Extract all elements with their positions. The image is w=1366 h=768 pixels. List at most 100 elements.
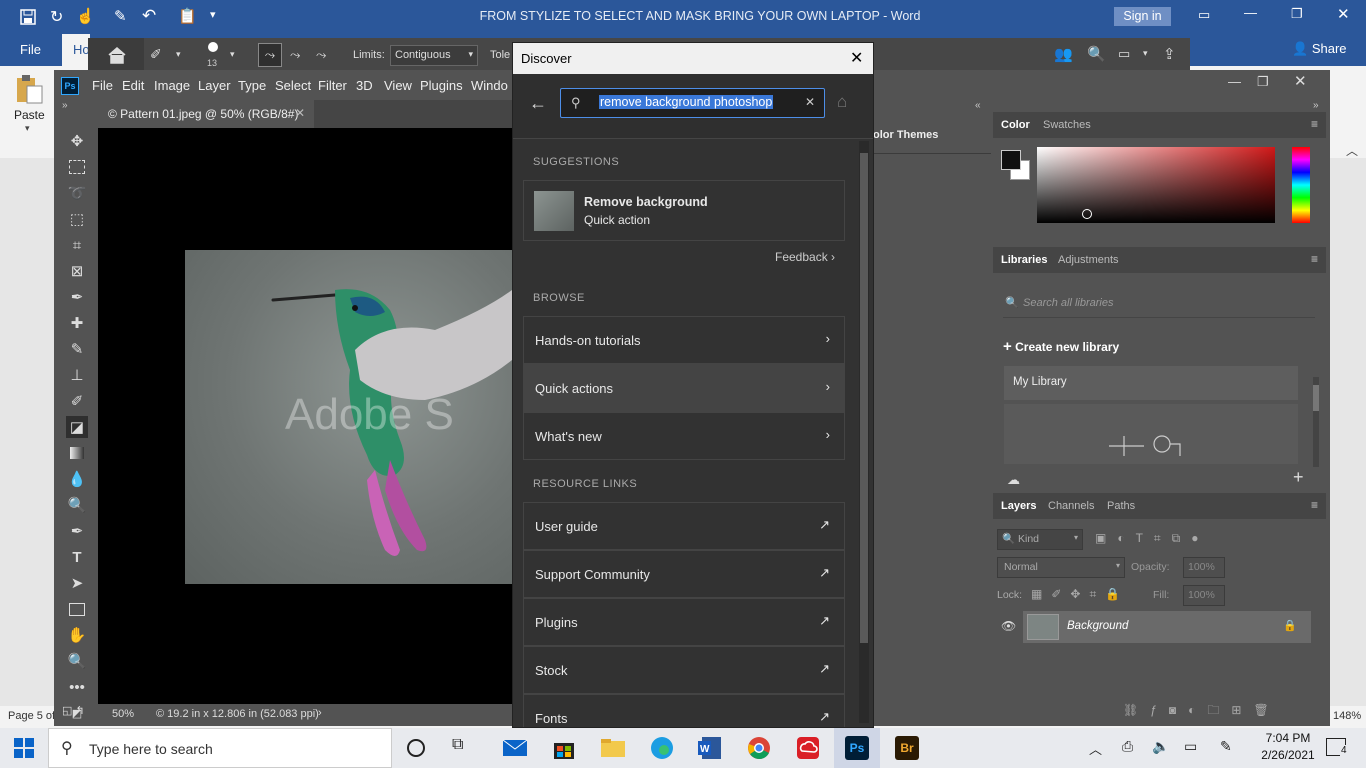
page-indicator[interactable]: Page 5 of	[8, 710, 55, 722]
dodge-tool-icon[interactable]: 🔍	[66, 494, 88, 516]
library-scrollbar[interactable]	[1313, 377, 1319, 467]
battery-icon[interactable]: ▭	[1184, 738, 1197, 755]
task-view-icon[interactable]: ⧉	[452, 736, 476, 760]
rectangle-tool-icon[interactable]	[66, 598, 88, 620]
layer-filter-icons[interactable]: ▣◐T⌗⧉●	[1095, 531, 1210, 546]
menu-type[interactable]: Type	[238, 78, 266, 93]
discover-scrollbar[interactable]	[859, 141, 869, 723]
feedback-link[interactable]: Feedback ›	[775, 250, 835, 264]
menu-plugins[interactable]: Plugins	[420, 78, 463, 93]
browse-item[interactable]: What's new ›	[523, 412, 845, 460]
photoshop-icon[interactable]: Ps	[834, 728, 880, 768]
menu-view[interactable]: View	[384, 78, 412, 93]
sampling-continuous-icon[interactable]: ⤳	[258, 43, 282, 67]
start-button[interactable]	[14, 738, 34, 758]
autosave-icon[interactable]: ↻	[50, 7, 63, 27]
close-icon[interactable]: ✕	[850, 48, 863, 68]
marquee-tool-icon[interactable]	[66, 156, 88, 178]
brush-tool-icon[interactable]: ✎	[66, 338, 88, 360]
pen-tool-icon[interactable]: ✒	[66, 520, 88, 542]
menu-file[interactable]: File	[92, 78, 113, 93]
search-icon[interactable]: 🔍	[1087, 45, 1106, 63]
menu-image[interactable]: Image	[154, 78, 190, 93]
my-library-item[interactable]: My Library	[1004, 366, 1298, 400]
resource-link[interactable]: Support Community ↗	[523, 550, 845, 598]
tab-channels[interactable]: Channels	[1048, 500, 1094, 512]
paste-dropdown-icon[interactable]: ▾	[25, 123, 30, 134]
sampling-once-icon[interactable]: ⤳	[290, 47, 300, 63]
show-hidden-icons[interactable]: ︿	[1089, 739, 1102, 758]
tab-swatches[interactable]: Swatches	[1043, 119, 1091, 131]
workspace-dropdown-icon[interactable]: ▾	[1143, 48, 1148, 59]
eyedropper-tool-icon[interactable]: ✒	[66, 286, 88, 308]
brush-dropdown-icon[interactable]: ▾	[230, 49, 235, 60]
home-icon[interactable]: ⌂	[837, 92, 847, 112]
tab-adjustments[interactable]: Adjustments	[1058, 254, 1119, 266]
hummingbird-photo[interactable]: Adobe S	[185, 250, 512, 584]
cloud-icon[interactable]: ☁	[1007, 472, 1020, 488]
file-tab[interactable]: File	[20, 42, 41, 57]
type-tool-icon[interactable]: T	[66, 546, 88, 568]
scrollbar-thumb[interactable]	[860, 153, 868, 643]
menu-filter[interactable]: Filter	[318, 78, 347, 93]
tab-layers[interactable]: Layers	[1001, 500, 1036, 512]
foreground-color-swatch[interactable]	[1001, 150, 1021, 170]
share-button[interactable]: 👤 Share	[1292, 41, 1347, 57]
share-icon[interactable]: 👥	[1054, 45, 1073, 63]
sign-in-button[interactable]: Sign in	[1114, 7, 1171, 26]
eraser-tool-icon[interactable]: ◪	[66, 416, 88, 438]
eraser-tool-icon[interactable]: ✐	[150, 46, 162, 63]
notification-center-icon[interactable]: 4	[1326, 738, 1348, 756]
menu-select[interactable]: Select	[275, 78, 311, 93]
clear-search-icon[interactable]: ✕	[805, 95, 815, 109]
layer-row[interactable]: 👁 Background 🔒	[993, 611, 1311, 643]
ribbon-collapse-icon[interactable]: ︿	[1346, 142, 1358, 159]
clock[interactable]: 7:04 PM 2/26/2021	[1258, 731, 1318, 762]
panel-menu-icon[interactable]: ≡	[1311, 498, 1318, 512]
canvas-mode-icons[interactable]: ◱ ↰	[62, 704, 85, 717]
home-icon[interactable]	[88, 38, 144, 72]
file-explorer-icon[interactable]	[600, 736, 625, 760]
tool-preset-dropdown-icon[interactable]: ▾	[176, 49, 181, 60]
ps-minimize-button[interactable]: —	[1228, 74, 1241, 89]
fill-input[interactable]: 100%	[1183, 585, 1225, 606]
layer-filter-select[interactable]: 🔍 Kind ▾	[997, 529, 1083, 550]
color-themes-header[interactable]: olor Themes	[873, 125, 991, 154]
pen-icon[interactable]: ✎	[1220, 738, 1232, 755]
crop-tool-icon[interactable]: ⌗	[66, 234, 88, 256]
document-tab[interactable]: © Pattern 01.jpeg @ 50% (RGB/8#) ✕	[98, 100, 314, 128]
undo-icon[interactable]: ↶	[142, 6, 156, 26]
ribbon-display-icon[interactable]: ▭	[1198, 7, 1210, 23]
close-button[interactable]: ✕	[1337, 5, 1350, 23]
status-expand-icon[interactable]: ›	[318, 707, 322, 719]
hue-slider[interactable]	[1292, 147, 1310, 223]
gradient-tool-icon[interactable]	[66, 442, 88, 464]
browse-item[interactable]: Quick actions ›	[523, 364, 845, 412]
home-tab[interactable]: Ho	[62, 34, 90, 66]
menu-window[interactable]: Windo	[471, 78, 508, 93]
color-field[interactable]	[1037, 147, 1275, 223]
opacity-input[interactable]: 100%	[1183, 557, 1225, 578]
close-tab-icon[interactable]: ✕	[295, 106, 305, 120]
limits-select[interactable]: Contiguous ▾	[390, 45, 478, 66]
panel-collapse-icon[interactable]: «	[975, 100, 981, 111]
creative-cloud-icon[interactable]	[796, 736, 820, 760]
resource-link[interactable]: User guide ↗	[523, 502, 845, 550]
search-query[interactable]: remove background photoshop	[599, 95, 774, 109]
resource-link[interactable]: Plugins ↗	[523, 598, 845, 646]
library-search[interactable]: 🔍 Search all libraries	[1003, 291, 1315, 318]
tab-paths[interactable]: Paths	[1107, 500, 1135, 512]
healing-brush-tool-icon[interactable]: ✚	[66, 312, 88, 334]
taskbar-search-box[interactable]: ⚲ Type here to search	[48, 728, 392, 768]
create-library-button[interactable]: + Create new library	[1003, 338, 1119, 355]
discover-search-input[interactable]: ⚲ remove background photoshop ✕	[560, 88, 825, 118]
clipboard-icon[interactable]: 📋	[178, 7, 197, 25]
export-icon[interactable]: ⇪	[1163, 45, 1176, 63]
edit-icon[interactable]: ✎	[114, 7, 127, 25]
resource-link[interactable]: Stock ↗	[523, 646, 845, 694]
tab-libraries[interactable]: Libraries	[1001, 254, 1047, 266]
blend-mode-select[interactable]: Normal ▾	[997, 557, 1125, 578]
tab-color[interactable]: Color	[1001, 119, 1030, 131]
suggestion-card[interactable]: Remove background Quick action	[523, 180, 845, 241]
layers-footer-icons[interactable]: ⛓ƒ◙◐🗀⊞🗑	[1123, 701, 1281, 722]
